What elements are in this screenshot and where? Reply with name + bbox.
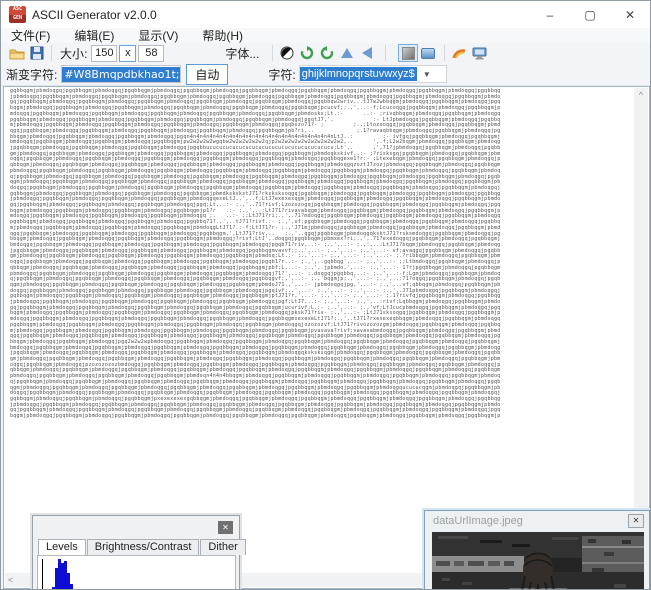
tab-levels[interactable]: Levels	[38, 539, 86, 555]
histogram-bars	[43, 559, 234, 590]
text-mode-button[interactable]	[398, 44, 418, 62]
app-icon-text-bottom: GEN	[9, 15, 26, 24]
rotate-cw-icon	[300, 46, 314, 60]
levels-window: ✕ Levels Brightness/Contrast Dither	[32, 515, 240, 590]
rotate-ccw-icon	[320, 46, 334, 60]
height-input[interactable]	[138, 45, 164, 62]
levels-tabs: Levels Brightness/Contrast Dither	[38, 539, 247, 555]
scroll-left-icon[interactable]: <	[5, 573, 16, 587]
toolbar-separator	[51, 45, 52, 61]
font-button[interactable]: 字体...	[216, 42, 268, 65]
rotate-cw-button[interactable]	[297, 44, 317, 62]
image-window: dataUrlImage.jpeg ✕	[424, 510, 650, 590]
levels-tab-page	[37, 555, 236, 590]
histogram-plot	[42, 559, 234, 590]
window-title: ASCII Generator v2.0.0	[32, 8, 157, 22]
minimize-button[interactable]: –	[530, 1, 570, 28]
tab-brightness-contrast[interactable]: Brightness/Contrast	[87, 539, 200, 555]
open-folder-icon	[9, 47, 25, 60]
rotate-ccw-button[interactable]	[317, 44, 337, 62]
levels-close-button[interactable]: ✕	[218, 521, 233, 534]
menu-bar: 文件(F) 编辑(E) 显示(V) 帮助(H)	[1, 28, 650, 43]
chars-combo[interactable]: ghijklmnopqrstuvwxyz$ ▼	[299, 65, 447, 83]
basketball-photo-graphic: IVERSON 3	[432, 532, 644, 590]
gradient-chars-value: #W8Bmqpdbkhao1t;:,.	[62, 67, 181, 82]
gradient-chars-label: 渐变字符:	[6, 66, 57, 83]
gradient-chars-combo[interactable]: #W8Bmqpdbkhao1t;:,. ▼	[61, 65, 181, 83]
vertical-scrollbar[interactable]: ^	[634, 88, 648, 575]
chars-value: ghijklmnopqrstuvwxyz$	[300, 67, 417, 81]
tab-dither[interactable]: Dither	[200, 539, 245, 555]
auto-button[interactable]: 自动	[186, 64, 228, 85]
width-input[interactable]	[91, 45, 117, 62]
save-floppy-icon	[30, 46, 44, 60]
colors-button[interactable]	[449, 44, 469, 62]
menu-edit[interactable]: 编辑(E)	[74, 27, 114, 44]
chevron-down-icon[interactable]: ▼	[423, 70, 431, 79]
toolbar-main: 大小: x 字体...	[1, 43, 650, 63]
menu-file[interactable]: 文件(F)	[11, 27, 50, 44]
image-mode-button[interactable]	[418, 44, 438, 62]
app-window: ASC GEN ASCII Generator v2.0.0 – ▢ ✕ 文件(…	[0, 0, 651, 590]
maximize-button[interactable]: ▢	[570, 1, 610, 28]
chars-label: 字符:	[268, 66, 295, 83]
ascii-canvas: gqbbqgmjpbmdoqgqjpgqbbqgmjpbmdoqgqjpgqbb…	[3, 86, 650, 589]
flip-horizontal-button[interactable]	[357, 44, 377, 62]
ascii-art: gqbbqgmjpbmdoqgqjpgqbbqgmjpbmdoqgqjpgqbb…	[10, 89, 501, 420]
flip-vertical-icon	[341, 48, 353, 58]
size-x-toggle[interactable]: x	[119, 45, 136, 62]
toolbar-separator	[444, 45, 445, 61]
title-bar: ASC GEN ASCII Generator v2.0.0 – ▢ ✕	[1, 1, 650, 28]
display-button[interactable]	[469, 44, 489, 62]
image-mode-icon	[421, 48, 435, 59]
scroll-up-icon[interactable]: ^	[636, 88, 646, 575]
text-mode-icon	[402, 47, 415, 60]
open-file-button[interactable]	[7, 44, 27, 62]
image-window-title: dataUrlImage.jpeg	[433, 515, 523, 527]
invert-circle-icon	[280, 46, 294, 60]
toolbar-separator	[385, 45, 386, 61]
size-label: 大小:	[60, 45, 87, 62]
colors-icon	[452, 47, 467, 60]
save-button[interactable]	[27, 44, 47, 62]
toolbar-separator	[272, 45, 273, 61]
flip-vertical-button[interactable]	[337, 44, 357, 62]
image-close-button[interactable]: ✕	[628, 514, 644, 528]
toolbar-characters: 渐变字符: #W8Bmqpdbkhao1t;:,. ▼ 自动 字符: ghijk…	[1, 63, 650, 86]
invert-button[interactable]	[277, 44, 297, 62]
source-photo: IVERSON 3	[432, 532, 644, 590]
app-icon: ASC GEN	[9, 6, 26, 23]
flip-horizontal-icon	[362, 47, 372, 59]
menu-view[interactable]: 显示(V)	[138, 27, 178, 44]
app-icon-text-top: ASC	[9, 6, 26, 15]
close-button[interactable]: ✕	[610, 1, 650, 28]
display-monitor-icon	[472, 47, 487, 60]
